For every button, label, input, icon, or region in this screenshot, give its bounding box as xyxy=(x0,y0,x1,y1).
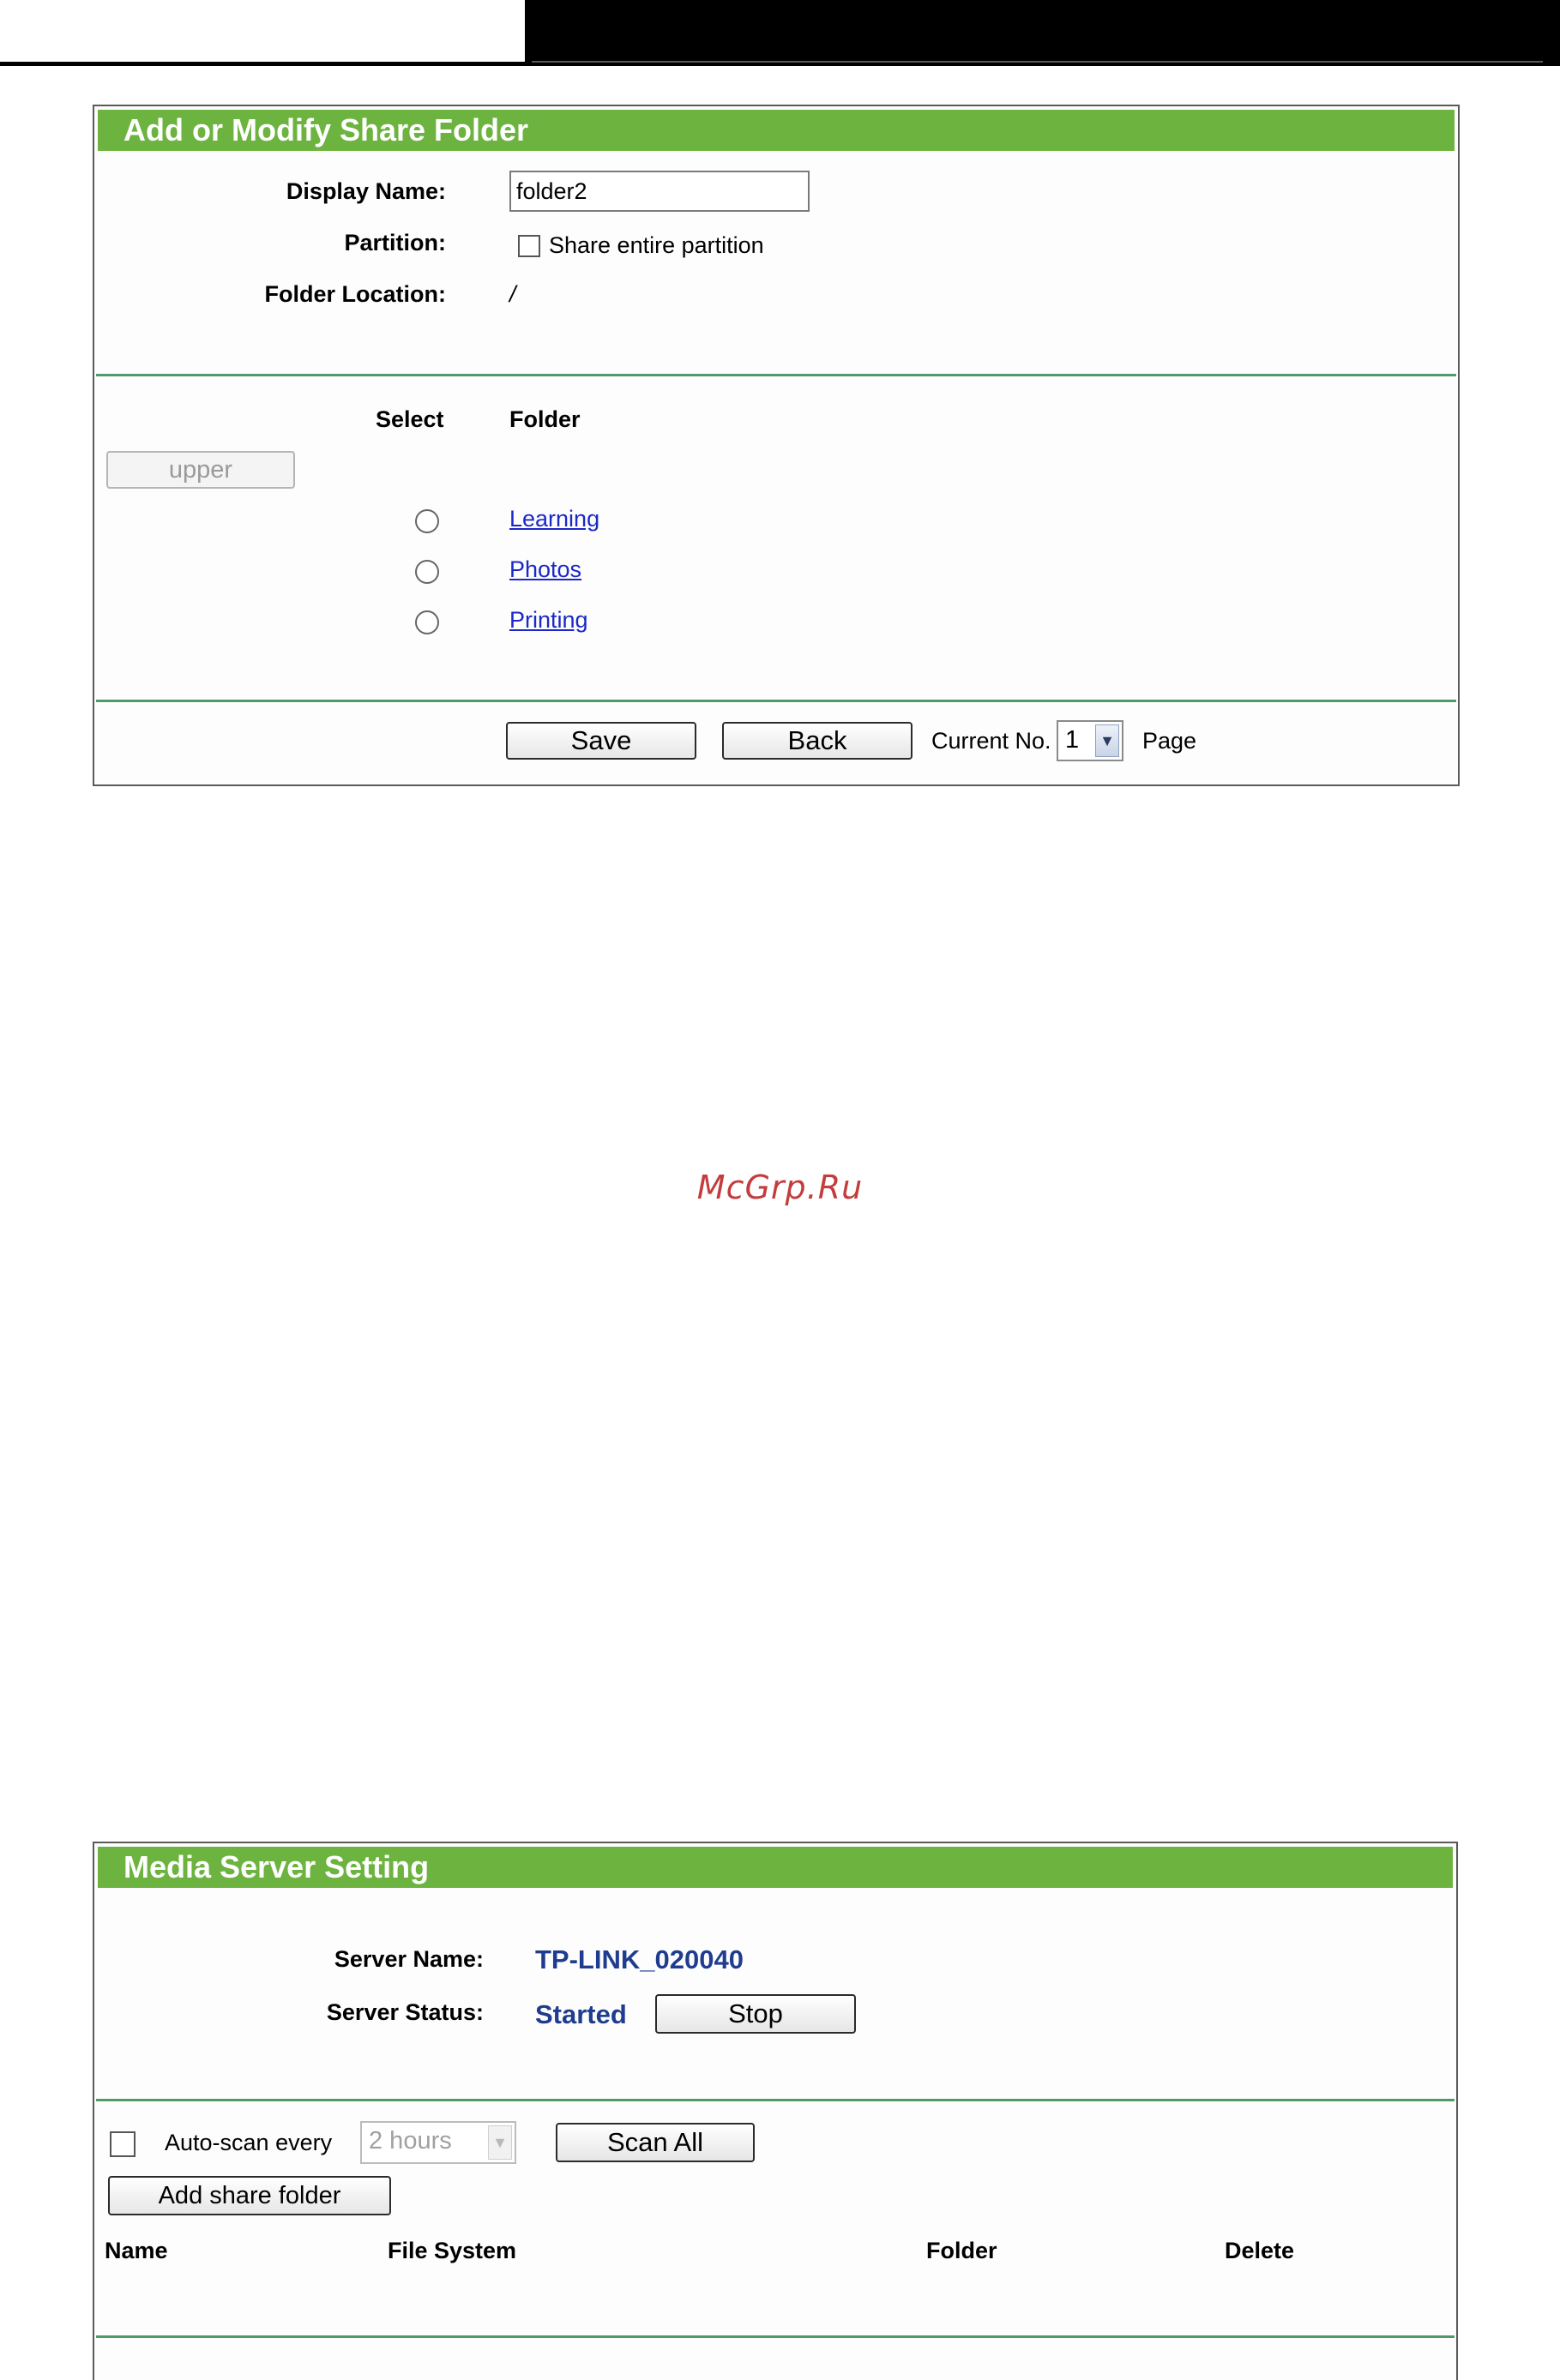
auto-scan-interval-select[interactable]: 2 hours ▼ xyxy=(360,2121,516,2164)
name-column-header: Name xyxy=(105,2238,168,2263)
current-no-label: Current No. xyxy=(931,728,1051,754)
back-button[interactable]: Back xyxy=(722,722,913,760)
share-folder-panel: Add or Modify Share Folder Display Name:… xyxy=(93,105,1460,786)
share-entire-partition-checkbox[interactable] xyxy=(518,235,540,257)
upper-button[interactable]: upper xyxy=(106,451,295,489)
server-name-label: Server Name: xyxy=(334,1946,484,1972)
display-name-input[interactable] xyxy=(509,171,810,212)
server-status-label: Server Status: xyxy=(326,1999,484,2025)
panel-title: Add or Modify Share Folder xyxy=(98,110,1455,151)
folder-location-value: / xyxy=(509,281,516,307)
section-divider xyxy=(96,2335,1455,2338)
folder-radio-printing[interactable] xyxy=(415,610,439,634)
save-button[interactable]: Save xyxy=(506,722,696,760)
scan-all-button[interactable]: Scan All xyxy=(556,2123,755,2162)
section-divider xyxy=(96,700,1456,702)
folder-radio-photos[interactable] xyxy=(415,560,439,584)
section-divider xyxy=(96,374,1456,376)
auto-scan-checkbox[interactable] xyxy=(110,2131,136,2157)
folder-link-printing[interactable]: Printing xyxy=(509,607,588,634)
folder-column-header: Folder xyxy=(509,406,581,432)
chevron-down-icon: ▼ xyxy=(1095,724,1119,757)
server-status-value: Started xyxy=(535,1999,627,2029)
header-rule xyxy=(0,62,525,66)
current-page-value: 1 xyxy=(1065,726,1080,754)
partition-label: Partition: xyxy=(344,230,447,255)
section-divider xyxy=(96,2099,1455,2101)
panel-title: Media Server Setting xyxy=(98,1847,1453,1888)
watermark: McGrp.Ru xyxy=(696,1169,864,1206)
chevron-down-icon: ▼ xyxy=(488,2125,512,2160)
select-column-header: Select xyxy=(376,406,444,432)
page-label: Page xyxy=(1142,728,1197,754)
stop-button[interactable]: Stop xyxy=(655,1994,856,2034)
header-bar xyxy=(525,0,1560,66)
current-page-select[interactable]: 1 ▼ xyxy=(1057,720,1123,761)
share-entire-partition-label: Share entire partition xyxy=(549,232,764,258)
folder-column-header: Folder xyxy=(926,2238,997,2263)
folder-location-label: Folder Location: xyxy=(264,281,447,307)
display-name-label: Display Name: xyxy=(286,178,446,204)
auto-scan-interval-value: 2 hours xyxy=(369,2127,452,2155)
auto-scan-label: Auto-scan every xyxy=(165,2130,333,2155)
server-name-value: TP-LINK_020040 xyxy=(535,1944,744,1974)
media-server-panel: Media Server Setting Server Name: TP-LIN… xyxy=(93,1842,1458,2380)
file-system-column-header: File System xyxy=(388,2238,517,2263)
folder-link-learning[interactable]: Learning xyxy=(509,506,599,532)
folder-link-photos[interactable]: Photos xyxy=(509,556,581,583)
delete-column-header: Delete xyxy=(1225,2238,1295,2263)
folder-radio-learning[interactable] xyxy=(415,509,439,533)
add-share-folder-button[interactable]: Add share folder xyxy=(108,2176,391,2215)
